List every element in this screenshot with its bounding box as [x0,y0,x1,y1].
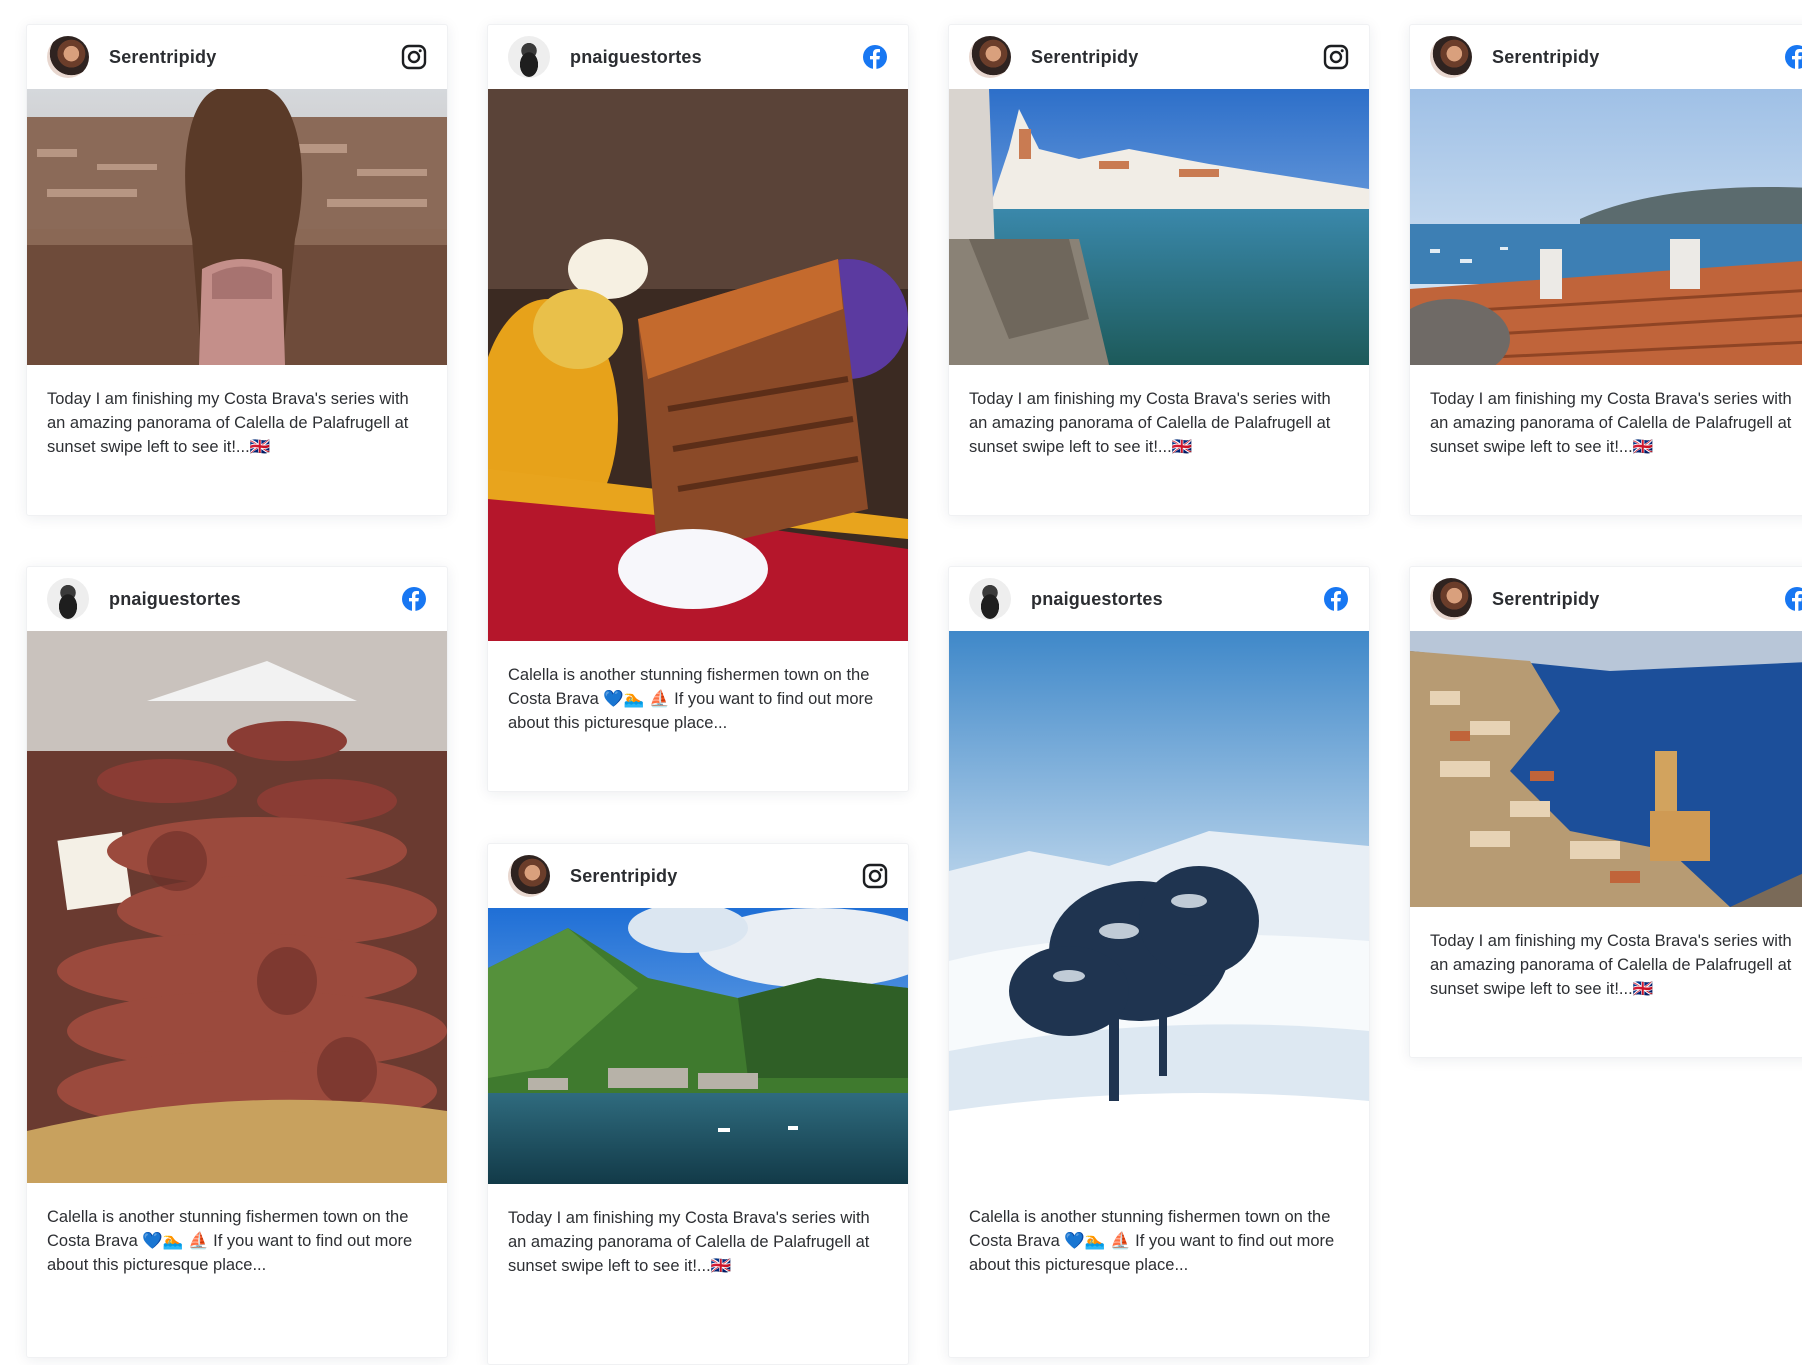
post-card[interactable]: Serentripidy Today I am finishing my Cos… [948,24,1370,516]
post-header: Serentripidy [949,25,1369,89]
post-card[interactable]: Serentripidy Today I am finishing my Cos… [487,843,909,1365]
author-name[interactable]: Serentripidy [1492,589,1599,610]
post-header: Serentripidy [1410,25,1802,89]
instagram-icon[interactable] [401,44,427,70]
post-caption: Today I am finishing my Costa Brava's se… [47,390,409,456]
author-name[interactable]: Serentripidy [109,47,216,68]
post-card[interactable]: Serentripidy Today I am finishing my Cos… [1409,24,1802,516]
author-name[interactable]: pnaiguestortes [1031,589,1163,610]
post-caption: Today I am finishing my Costa Brava's se… [1430,932,1792,998]
author-avatar[interactable] [508,855,550,897]
post-photo[interactable] [488,908,908,1184]
facebook-icon[interactable] [862,44,888,70]
author-name[interactable]: pnaiguestortes [109,589,241,610]
post-photo[interactable] [27,89,447,365]
post-header: Serentripidy [1410,567,1802,631]
post-card[interactable]: pnaiguestortes Calella is another stunni… [948,566,1370,1358]
post-card[interactable]: pnaiguestortes Calella is another stunni… [26,566,448,1358]
post-photo[interactable] [1410,631,1802,907]
post-caption: Today I am finishing my Costa Brava's se… [508,1209,870,1275]
author-avatar[interactable] [969,578,1011,620]
author-name[interactable]: Serentripidy [570,866,677,887]
post-header: pnaiguestortes [27,567,447,631]
post-header: pnaiguestortes [949,567,1369,631]
author-avatar[interactable] [969,36,1011,78]
facebook-icon[interactable] [1784,44,1802,70]
author-avatar[interactable] [47,36,89,78]
post-caption: Today I am finishing my Costa Brava's se… [1430,390,1792,456]
author-avatar[interactable] [508,36,550,78]
post-photo[interactable] [488,89,908,641]
facebook-icon[interactable] [1784,586,1802,612]
post-header: Serentripidy [488,844,908,908]
post-header: Serentripidy [27,25,447,89]
post-header: pnaiguestortes [488,25,908,89]
facebook-icon[interactable] [401,586,427,612]
post-card[interactable]: Serentripidy Today I am finishing my Cos… [26,24,448,516]
post-card[interactable]: pnaiguestortes Calella is another stunni… [487,24,909,792]
post-photo[interactable] [1410,89,1802,365]
instagram-icon[interactable] [1323,44,1349,70]
post-caption: Calella is another stunning fishermen to… [47,1208,413,1274]
author-name[interactable]: Serentripidy [1031,47,1138,68]
post-caption: Calella is another stunning fishermen to… [969,1208,1335,1274]
post-card[interactable]: Serentripidy Today I am finishing my Cos… [1409,566,1802,1058]
author-avatar[interactable] [47,578,89,620]
facebook-icon[interactable] [1323,586,1349,612]
instagram-icon[interactable] [862,863,888,889]
author-avatar[interactable] [1430,578,1472,620]
post-photo[interactable] [27,631,447,1183]
post-caption: Calella is another stunning fishermen to… [508,666,874,732]
author-name[interactable]: pnaiguestortes [570,47,702,68]
author-name[interactable]: Serentripidy [1492,47,1599,68]
author-avatar[interactable] [1430,36,1472,78]
post-caption: Today I am finishing my Costa Brava's se… [969,390,1331,456]
post-photo[interactable] [949,89,1369,365]
post-photo[interactable] [949,631,1369,1183]
